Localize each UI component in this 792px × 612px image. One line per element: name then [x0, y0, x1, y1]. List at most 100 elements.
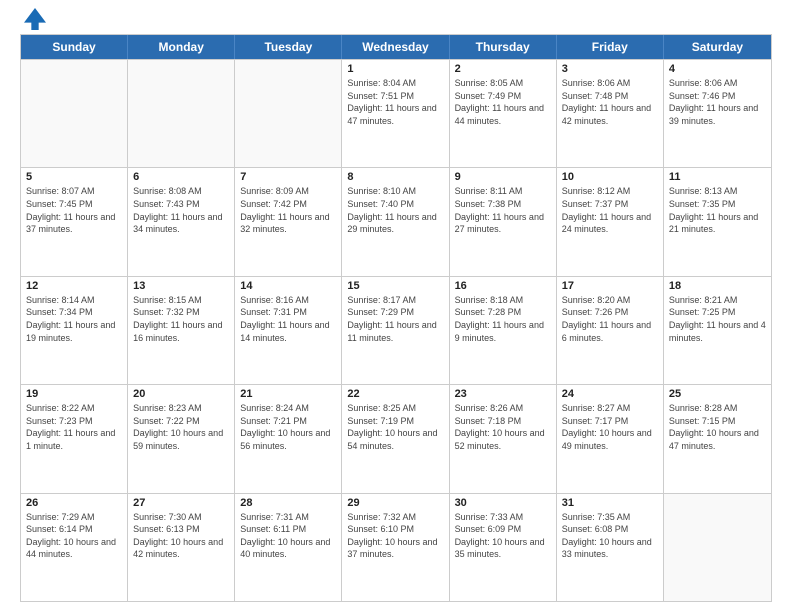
day-number: 28	[240, 497, 336, 509]
day-info: Sunrise: 7:32 AM Sunset: 6:10 PM Dayligh…	[347, 511, 443, 561]
day-info: Sunrise: 8:12 AM Sunset: 7:37 PM Dayligh…	[562, 185, 658, 235]
calendar-cell: 31 Sunrise: 7:35 AM Sunset: 6:08 PM Dayli…	[557, 494, 664, 601]
day-number: 4	[669, 63, 766, 75]
calendar-cell: 22 Sunrise: 8:25 AM Sunset: 7:19 PM Dayli…	[342, 385, 449, 492]
day-number: 18	[669, 280, 766, 292]
calendar-cell: 12 Sunrise: 8:14 AM Sunset: 7:34 PM Dayli…	[21, 277, 128, 384]
day-number: 9	[455, 171, 551, 183]
calendar-body: 1 Sunrise: 8:04 AM Sunset: 7:51 PM Daylig…	[21, 59, 771, 601]
day-info: Sunrise: 7:35 AM Sunset: 6:08 PM Dayligh…	[562, 511, 658, 561]
day-number: 27	[133, 497, 229, 509]
calendar-cell	[664, 494, 771, 601]
calendar-cell	[128, 60, 235, 167]
calendar-cell: 17 Sunrise: 8:20 AM Sunset: 7:26 PM Dayli…	[557, 277, 664, 384]
day-number: 3	[562, 63, 658, 75]
calendar-cell: 7Sunrise: 8:09 AM Sunset: 7:42 PM Daylig…	[235, 168, 342, 275]
day-info: Sunrise: 7:33 AM Sunset: 6:09 PM Dayligh…	[455, 511, 551, 561]
day-info: Sunrise: 8:18 AM Sunset: 7:28 PM Dayligh…	[455, 294, 551, 344]
day-number: 6	[133, 171, 229, 183]
day-info: Sunrise: 8:13 AM Sunset: 7:35 PM Dayligh…	[669, 185, 766, 235]
header-day-wednesday: Wednesday	[342, 35, 449, 59]
day-info: Sunrise: 8:07 AM Sunset: 7:45 PM Dayligh…	[26, 185, 122, 235]
day-number: 10	[562, 171, 658, 183]
calendar-cell: 3 Sunrise: 8:06 AM Sunset: 7:48 PM Daylig…	[557, 60, 664, 167]
day-info: Sunrise: 7:30 AM Sunset: 6:13 PM Dayligh…	[133, 511, 229, 561]
day-number: 15	[347, 280, 443, 292]
day-info: Sunrise: 8:08 AM Sunset: 7:43 PM Dayligh…	[133, 185, 229, 235]
day-info: Sunrise: 8:25 AM Sunset: 7:19 PM Dayligh…	[347, 402, 443, 452]
day-number: 22	[347, 388, 443, 400]
day-info: Sunrise: 8:26 AM Sunset: 7:18 PM Dayligh…	[455, 402, 551, 452]
day-number: 20	[133, 388, 229, 400]
day-number: 25	[669, 388, 766, 400]
header-day-tuesday: Tuesday	[235, 35, 342, 59]
header-day-saturday: Saturday	[664, 35, 771, 59]
day-number: 8	[347, 171, 443, 183]
header-day-friday: Friday	[557, 35, 664, 59]
calendar-row: 19Sunrise: 8:22 AM Sunset: 7:23 PM Dayli…	[21, 384, 771, 492]
calendar-cell: 29Sunrise: 7:32 AM Sunset: 6:10 PM Dayli…	[342, 494, 449, 601]
calendar-cell: 26 Sunrise: 7:29 AM Sunset: 6:14 PM Dayli…	[21, 494, 128, 601]
calendar: SundayMondayTuesdayWednesdayThursdayFrid…	[20, 34, 772, 602]
day-number: 31	[562, 497, 658, 509]
calendar-cell: 30 Sunrise: 7:33 AM Sunset: 6:09 PM Dayli…	[450, 494, 557, 601]
day-number: 23	[455, 388, 551, 400]
day-info: Sunrise: 8:11 AM Sunset: 7:38 PM Dayligh…	[455, 185, 551, 235]
calendar-cell: 4Sunrise: 8:06 AM Sunset: 7:46 PM Daylig…	[664, 60, 771, 167]
calendar-cell: 16 Sunrise: 8:18 AM Sunset: 7:28 PM Dayli…	[450, 277, 557, 384]
day-number: 5	[26, 171, 122, 183]
day-info: Sunrise: 8:17 AM Sunset: 7:29 PM Dayligh…	[347, 294, 443, 344]
calendar-row: 1 Sunrise: 8:04 AM Sunset: 7:51 PM Daylig…	[21, 59, 771, 167]
day-number: 14	[240, 280, 336, 292]
day-number: 2	[455, 63, 551, 75]
calendar-cell: 27 Sunrise: 7:30 AM Sunset: 6:13 PM Dayli…	[128, 494, 235, 601]
calendar-cell: 24 Sunrise: 8:27 AM Sunset: 7:17 PM Dayli…	[557, 385, 664, 492]
day-number: 12	[26, 280, 122, 292]
calendar-cell: 11 Sunrise: 8:13 AM Sunset: 7:35 PM Dayli…	[664, 168, 771, 275]
calendar-cell: 2 Sunrise: 8:05 AM Sunset: 7:49 PM Daylig…	[450, 60, 557, 167]
day-number: 13	[133, 280, 229, 292]
calendar-row: 5 Sunrise: 8:07 AM Sunset: 7:45 PM Daylig…	[21, 167, 771, 275]
day-number: 21	[240, 388, 336, 400]
day-info: Sunrise: 8:27 AM Sunset: 7:17 PM Dayligh…	[562, 402, 658, 452]
calendar-cell: 13 Sunrise: 8:15 AM Sunset: 7:32 PM Dayli…	[128, 277, 235, 384]
calendar-cell: 14 Sunrise: 8:16 AM Sunset: 7:31 PM Dayli…	[235, 277, 342, 384]
calendar-cell: 1 Sunrise: 8:04 AM Sunset: 7:51 PM Daylig…	[342, 60, 449, 167]
calendar-cell: 5 Sunrise: 8:07 AM Sunset: 7:45 PM Daylig…	[21, 168, 128, 275]
day-number: 26	[26, 497, 122, 509]
day-info: Sunrise: 8:04 AM Sunset: 7:51 PM Dayligh…	[347, 77, 443, 127]
day-info: Sunrise: 7:29 AM Sunset: 6:14 PM Dayligh…	[26, 511, 122, 561]
day-info: Sunrise: 8:28 AM Sunset: 7:15 PM Dayligh…	[669, 402, 766, 452]
calendar-cell: 6 Sunrise: 8:08 AM Sunset: 7:43 PM Daylig…	[128, 168, 235, 275]
header-day-sunday: Sunday	[21, 35, 128, 59]
calendar-cell: 20 Sunrise: 8:23 AM Sunset: 7:22 PM Dayli…	[128, 385, 235, 492]
day-info: Sunrise: 8:14 AM Sunset: 7:34 PM Dayligh…	[26, 294, 122, 344]
day-info: Sunrise: 7:31 AM Sunset: 6:11 PM Dayligh…	[240, 511, 336, 561]
day-number: 24	[562, 388, 658, 400]
day-number: 30	[455, 497, 551, 509]
header	[20, 18, 772, 30]
day-info: Sunrise: 8:16 AM Sunset: 7:31 PM Dayligh…	[240, 294, 336, 344]
calendar-cell: 18 Sunrise: 8:21 AM Sunset: 7:25 PM Dayli…	[664, 277, 771, 384]
day-info: Sunrise: 8:21 AM Sunset: 7:25 PM Dayligh…	[669, 294, 766, 344]
day-number: 19	[26, 388, 122, 400]
logo	[20, 18, 46, 30]
day-number: 1	[347, 63, 443, 75]
logo-icon	[24, 8, 46, 30]
calendar-cell: 28 Sunrise: 7:31 AM Sunset: 6:11 PM Dayli…	[235, 494, 342, 601]
day-info: Sunrise: 8:10 AM Sunset: 7:40 PM Dayligh…	[347, 185, 443, 235]
calendar-cell	[235, 60, 342, 167]
day-number: 11	[669, 171, 766, 183]
day-info: Sunrise: 8:09 AM Sunset: 7:42 PM Dayligh…	[240, 185, 336, 235]
calendar-row: 12 Sunrise: 8:14 AM Sunset: 7:34 PM Dayli…	[21, 276, 771, 384]
calendar-cell: 15 Sunrise: 8:17 AM Sunset: 7:29 PM Dayli…	[342, 277, 449, 384]
day-number: 17	[562, 280, 658, 292]
day-info: Sunrise: 8:15 AM Sunset: 7:32 PM Dayligh…	[133, 294, 229, 344]
day-info: Sunrise: 8:05 AM Sunset: 7:49 PM Dayligh…	[455, 77, 551, 127]
calendar-cell: 19Sunrise: 8:22 AM Sunset: 7:23 PM Dayli…	[21, 385, 128, 492]
day-info: Sunrise: 8:20 AM Sunset: 7:26 PM Dayligh…	[562, 294, 658, 344]
day-info: Sunrise: 8:24 AM Sunset: 7:21 PM Dayligh…	[240, 402, 336, 452]
day-info: Sunrise: 8:06 AM Sunset: 7:48 PM Dayligh…	[562, 77, 658, 127]
day-info: Sunrise: 8:23 AM Sunset: 7:22 PM Dayligh…	[133, 402, 229, 452]
day-number: 16	[455, 280, 551, 292]
